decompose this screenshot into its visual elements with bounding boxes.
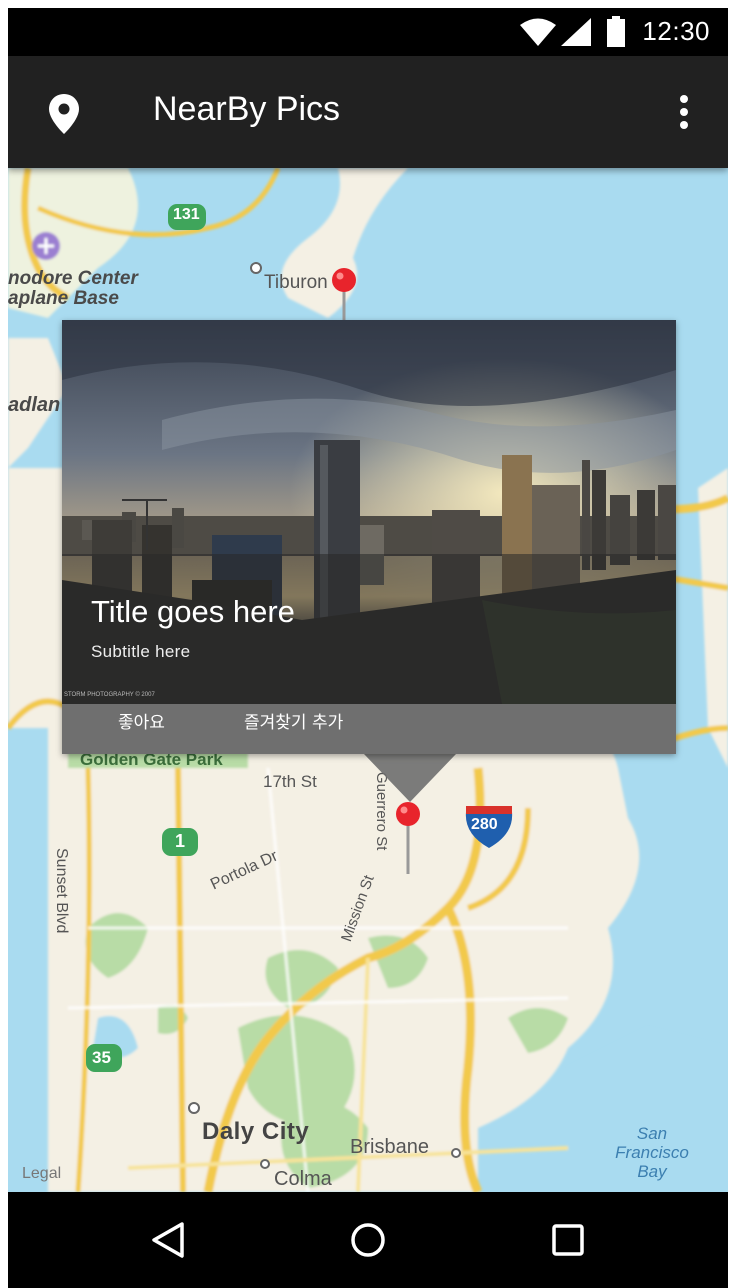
- map-label-sunset-blvd: Sunset Blvd: [53, 848, 70, 934]
- card-subtitle: Subtitle here: [91, 642, 191, 661]
- map-label-sf-bay: San Francisco Bay: [612, 1124, 692, 1181]
- status-time: 12:30: [642, 16, 710, 46]
- card-actions: 좋아요 즐겨찾기 추가: [62, 704, 676, 754]
- app-bar: NearBy Pics: [8, 56, 728, 168]
- route-35-label: 35: [92, 1048, 111, 1067]
- route-131-label: 131: [173, 206, 200, 223]
- callout-pointer: [364, 754, 456, 802]
- route-1-label: 1: [175, 831, 186, 851]
- map-label-sf-bay-line3: Bay: [637, 1162, 667, 1181]
- map-pin-selected[interactable]: [394, 800, 422, 876]
- location-pin-icon[interactable]: [48, 94, 80, 134]
- photo-callout-card[interactable]: Title goes here Subtitle here STORM PHOT…: [62, 320, 676, 754]
- card-title: Title goes here: [91, 594, 295, 629]
- map-label-tiburon: Tiburon: [264, 272, 328, 293]
- battery-icon: [607, 16, 625, 47]
- map-label-alameda: adlan: [8, 394, 61, 416]
- recents-icon[interactable]: [548, 1220, 588, 1260]
- status-bar: 12:30: [8, 8, 728, 56]
- phone-screen: 12:30 NearBy Pics 131 1 35 280 Tiburon n…: [8, 8, 728, 1288]
- map-label-sf-bay-line2: Francisco: [615, 1143, 689, 1162]
- map-label-sf-bay-line1: San: [636, 1124, 668, 1143]
- interstate-280-label: 280: [471, 816, 498, 833]
- card-photo[interactable]: Title goes here Subtitle here STORM PHOT…: [62, 320, 676, 704]
- signal-icon: [561, 18, 591, 46]
- like-button[interactable]: 좋아요: [118, 708, 165, 733]
- map-label-colma: Colma: [274, 1168, 332, 1190]
- map-label-17th-st: 17th St: [263, 772, 317, 791]
- app-title: NearBy Pics: [153, 90, 341, 128]
- map-legal-link[interactable]: Legal: [22, 1165, 61, 1183]
- map-label-brisbane: Brisbane: [350, 1136, 429, 1158]
- home-icon[interactable]: [348, 1220, 388, 1260]
- add-favorite-button[interactable]: 즐겨찾기 추가: [244, 708, 343, 733]
- map-label-daly-city: Daly City: [202, 1118, 310, 1145]
- map-pin-tiburon[interactable]: [330, 266, 358, 322]
- navigation-bar: [8, 1192, 728, 1288]
- wifi-icon: [520, 18, 556, 46]
- map-label-center-line2: aplane Base: [8, 288, 119, 309]
- overflow-menu-icon[interactable]: [674, 94, 694, 130]
- back-icon[interactable]: [148, 1220, 188, 1260]
- photo-credit: STORM PHOTOGRAPHY © 2007: [64, 692, 155, 698]
- map-label-center-line1: nodore Center: [8, 268, 138, 289]
